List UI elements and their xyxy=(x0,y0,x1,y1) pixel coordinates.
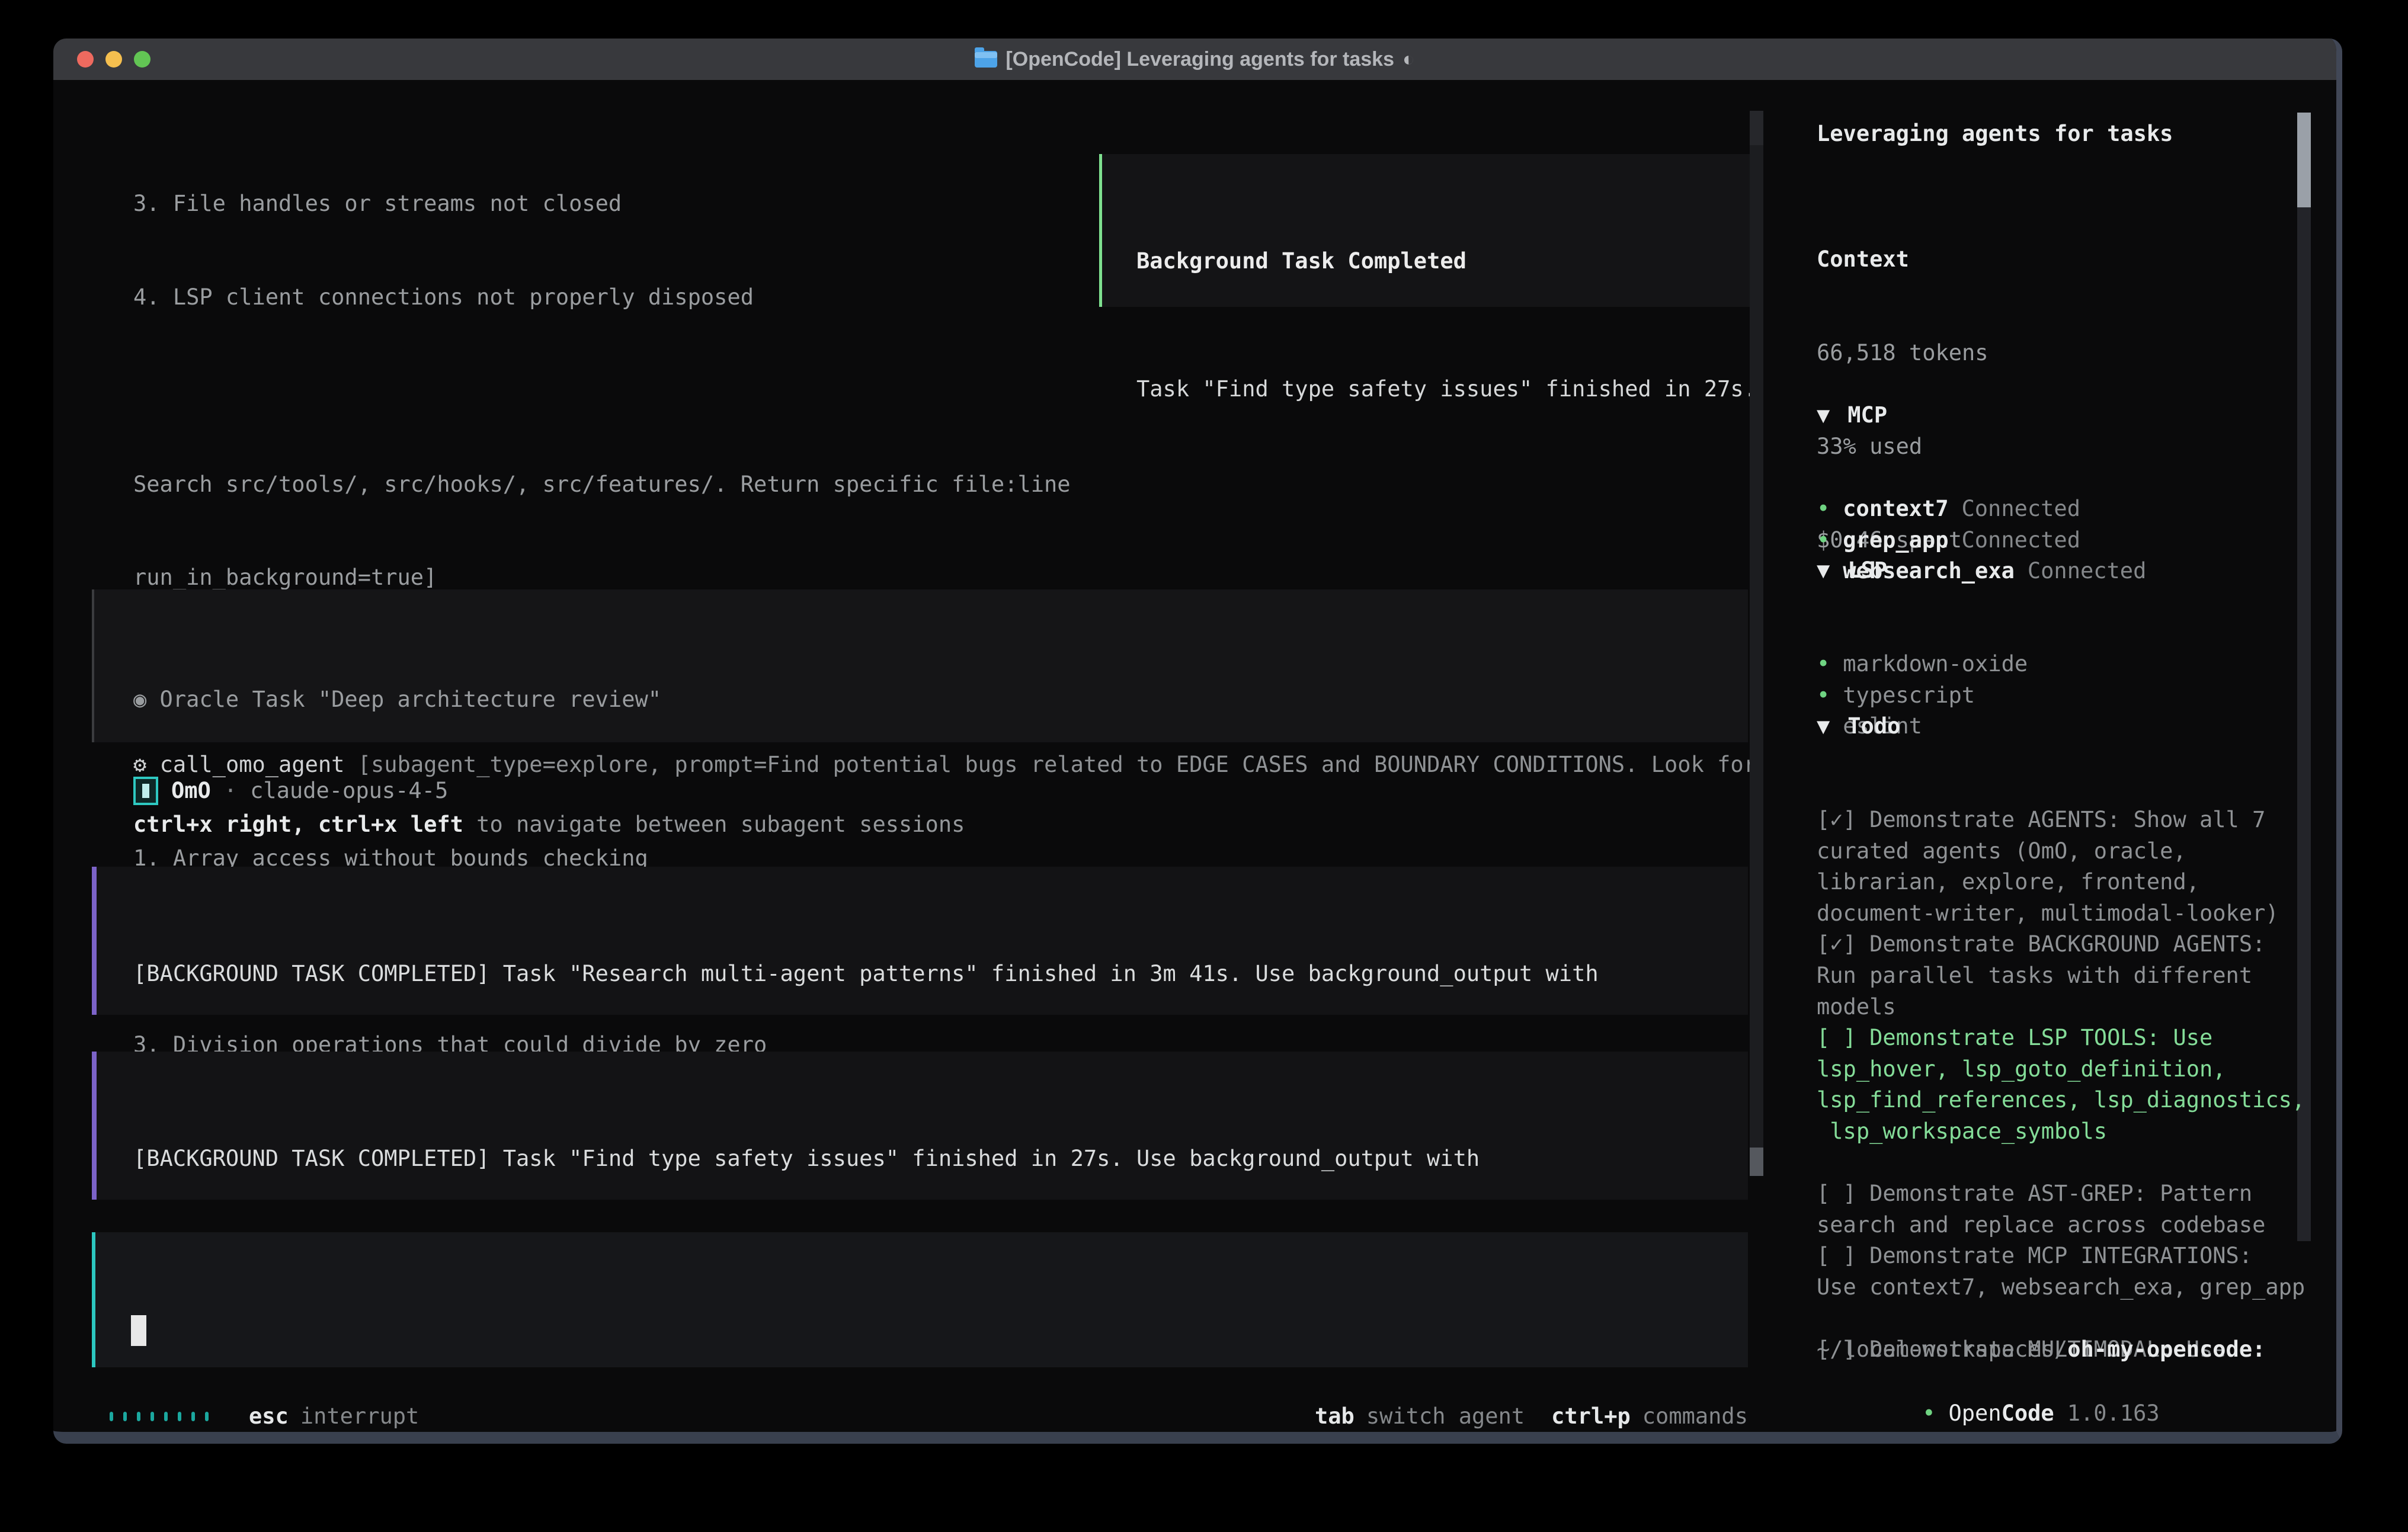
agent-model: claude-opus-4-5 xyxy=(250,775,448,807)
working-spinner-dots xyxy=(110,1412,209,1421)
folder-icon xyxy=(975,51,997,68)
todo-line xyxy=(1817,1148,2291,1179)
lsp-heading[interactable]: ▼LSP xyxy=(1817,555,2291,586)
collapse-triangle-icon: ▼ xyxy=(1817,713,1830,739)
keyboard-shortcut: ctrl+x right, ctrl+x left xyxy=(133,812,463,837)
todo-line: curated agents (OmO, oracle, xyxy=(1817,836,2291,867)
text-cursor xyxy=(131,1315,146,1346)
session-sidebar: Leveraging agents for tasks Context 66,5… xyxy=(1817,39,2291,506)
sidebar-scrollbar-thumb[interactable] xyxy=(2297,113,2311,207)
record-icon: ◉ xyxy=(133,687,146,712)
status-bar: esc interrupt tab switch agent ctrl+p co… xyxy=(110,1401,1748,1432)
esc-key-label: interrupt xyxy=(300,1401,419,1432)
zoom-window-button[interactable] xyxy=(134,51,150,68)
minimize-window-button[interactable] xyxy=(105,51,122,68)
app-version: • OpenCode 1.0.163 xyxy=(1817,1367,2291,1444)
main-scrollbar-top-segment xyxy=(1750,111,1763,145)
toast-body: Task "Find type safety issues" finished … xyxy=(1136,374,1756,405)
screen: [OpenCode] Leveraging agents for tasks ◐… xyxy=(0,0,2408,1532)
todo-line: [ ] Demonstrate MCP INTEGRATIONS: xyxy=(1817,1241,2291,1272)
todo-line: search and replace across codebase xyxy=(1817,1210,2291,1241)
prompt-input[interactable]: OmO Opus 4.5 Anthropic xyxy=(92,1232,1748,1367)
background-task-message: [BACKGROUND TASK COMPLETED] Task "Resear… xyxy=(92,867,1748,1015)
workspace-repo: oh-my-opencode: xyxy=(2067,1337,2265,1362)
oracle-task-panel: ◉ Oracle Task "Deep architecture review"… xyxy=(92,589,1748,742)
context-heading: Context xyxy=(1817,244,2291,275)
app-name: OpenCode xyxy=(1949,1400,2054,1426)
tab-key-label: switch agent xyxy=(1366,1401,1525,1432)
sidebar-scrollbar[interactable] xyxy=(2297,113,2311,1241)
subagent-nav-hint: ctrl+x right, ctrl+x left to navigate be… xyxy=(133,809,1748,841)
ctrlp-key-label: commands xyxy=(1642,1401,1748,1432)
todo-line: lsp_find_references, lsp_diagnostics, xyxy=(1817,1085,2291,1116)
todo-line: models xyxy=(1817,992,2291,1023)
window-title-text: [OpenCode] Leveraging agents for tasks xyxy=(1006,48,1394,71)
main-scrollbar[interactable] xyxy=(1750,111,1763,1176)
app-version-number: 1.0.163 xyxy=(2067,1400,2160,1426)
traffic-lights xyxy=(77,51,150,68)
task-message-line: [BACKGROUND TASK COMPLETED] Task "Find t… xyxy=(133,1143,1748,1175)
agent-session-header: OmO · claude-opus-4-5 xyxy=(133,776,448,806)
todo-line: [ ] Demonstrate AST-GREP: Pattern xyxy=(1817,1178,2291,1210)
session-title: Leveraging agents for tasks xyxy=(1817,118,2291,150)
todo-line: [✓] Demonstrate AGENTS: Show all 7 xyxy=(1817,805,2291,836)
mcp-heading[interactable]: ▼MCP xyxy=(1817,400,2291,431)
main-scrollbar-thumb[interactable] xyxy=(1750,1148,1763,1176)
transcript-line: Search src/tools/, src/hooks/, src/featu… xyxy=(133,469,1745,501)
half-circle-icon: ◐ xyxy=(1402,48,1415,71)
agent-icon xyxy=(133,777,158,805)
todo-heading[interactable]: ▼Todo xyxy=(1817,711,2291,742)
todo-line: [✓] Demonstrate BACKGROUND AGENTS: xyxy=(1817,929,2291,960)
task-message-line: [BACKGROUND TASK COMPLETED] Task "Resear… xyxy=(133,959,1748,990)
collapse-triangle-icon: ▼ xyxy=(1817,402,1830,428)
status-dot-icon: • xyxy=(1922,1400,1935,1426)
separator-dot: · xyxy=(224,775,237,807)
agent-name: OmO xyxy=(171,775,211,807)
tab-key-hint[interactable]: tab xyxy=(1315,1401,1354,1432)
todo-line: librarian, explore, frontend, xyxy=(1817,867,2291,898)
todo-line: document-writer, multimodal-looker) xyxy=(1817,898,2291,930)
todo-line: lsp_workspace_symbols xyxy=(1817,1116,2291,1148)
background-task-toast: Background Task Completed Task "Find typ… xyxy=(1099,154,1759,307)
toast-title: Background Task Completed xyxy=(1136,246,1756,277)
esc-key-hint[interactable]: esc xyxy=(249,1401,289,1432)
workspace-path-prefix: ~/local-workspaces/ xyxy=(1817,1337,2067,1362)
todo-line: [ ] Demonstrate LSP TOOLS: Use xyxy=(1817,1023,2291,1054)
oracle-task-title: ◉ Oracle Task "Deep architecture review" xyxy=(133,684,1748,716)
opencode-terminal-window: [OpenCode] Leveraging agents for tasks ◐… xyxy=(53,39,2342,1444)
ctrlp-key-hint[interactable]: ctrl+p xyxy=(1551,1401,1631,1432)
background-task-message: [BACKGROUND TASK COMPLETED] Task "Find t… xyxy=(92,1052,1748,1200)
collapse-triangle-icon: ▼ xyxy=(1817,557,1830,583)
close-window-button[interactable] xyxy=(77,51,94,68)
todo-line: Run parallel tasks with different xyxy=(1817,960,2291,992)
todo-line: lsp_hover, lsp_goto_definition, xyxy=(1817,1054,2291,1085)
